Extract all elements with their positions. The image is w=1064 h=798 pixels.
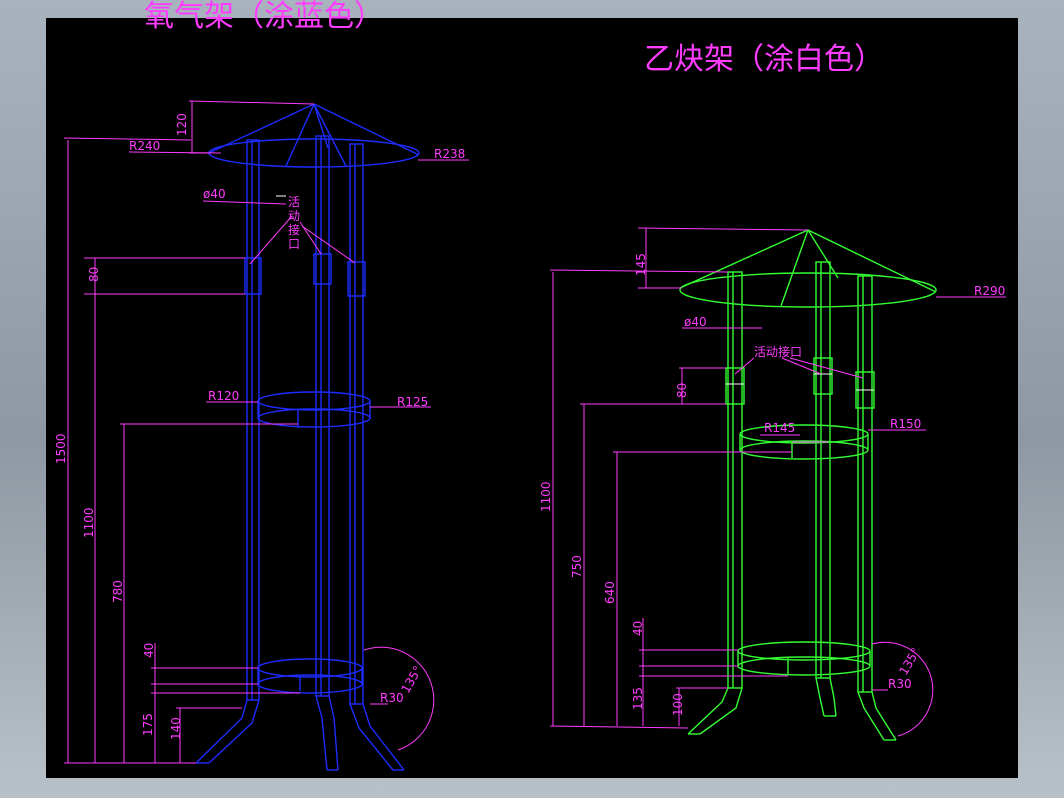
o-leg-height: 140 <box>169 717 183 740</box>
a-bend-angle: 135° <box>896 645 923 677</box>
o-bend-angle: 135° <box>398 663 425 695</box>
o-ring-height: 780 <box>111 580 125 603</box>
o-joint-note-3: 接 <box>288 222 300 237</box>
cad-drawing-canvas[interactable]: 氧气架（涂蓝色） 乙炔架（涂白色） 120 R240 R238 ø40 活 动 … <box>46 0 1018 778</box>
acetylene-rack-title: 乙炔架（涂白色） <box>644 42 884 77</box>
acetylene-dimension-labels: 145 R290 ø40 活动接口 80 R145 R150 1100 750 … <box>539 253 1005 716</box>
a-joint-note: 活动接口 <box>754 344 802 359</box>
o-roof-radius-left: R240 <box>129 139 160 153</box>
oxygen-rack-drawing <box>195 103 420 771</box>
a-ring-height: 640 <box>603 581 617 604</box>
o-bend-radius: R30 <box>380 691 404 705</box>
cad-drawing: 氧气架（涂蓝色） 乙炔架（涂白色） 120 R240 R238 ø40 活 动 … <box>54 0 1006 771</box>
o-ring-radius-right: R125 <box>397 395 428 409</box>
a-leg-height: 100 <box>671 693 685 716</box>
acetylene-rack-drawing <box>679 229 937 741</box>
o-joint-note-1: 活 <box>288 195 300 209</box>
o-roof-radius-right: R238 <box>434 147 465 161</box>
o-roof-height: 120 <box>175 113 189 136</box>
oxygen-rack-title: 氧气架（涂蓝色） <box>144 0 384 34</box>
a-bottom-ring-width: 40 <box>631 621 645 636</box>
o-ring-radius-left: R120 <box>208 389 239 403</box>
o-pipe-dia: ø40 <box>203 187 226 201</box>
a-total-height: 1100 <box>539 481 553 512</box>
a-roof-radius: R290 <box>974 284 1005 298</box>
a-ring-radius-right: R150 <box>890 417 921 431</box>
acetylene-joint-note-leaders <box>734 357 864 379</box>
o-joint-note-2: 动 <box>288 209 300 223</box>
o-joint-height: 80 <box>87 267 101 282</box>
a-bend-radius: R30 <box>888 677 912 691</box>
o-bottom-ring-width: 40 <box>142 643 156 658</box>
a-joint-height: 80 <box>675 383 689 398</box>
a-pipe-dia: ø40 <box>684 315 707 329</box>
oxygen-joint-note-leaders <box>249 215 356 265</box>
o-joint-note-4: 口 <box>288 237 300 251</box>
o-foot-height: 175 <box>141 713 155 736</box>
a-upper-ring-radius: R145 <box>764 421 795 435</box>
o-total-height: 1500 <box>54 433 68 464</box>
a-mid-height: 750 <box>570 555 584 578</box>
a-foot-height: 135 <box>631 687 645 710</box>
o-upper-ring-height: 1100 <box>82 507 96 538</box>
a-roof-height: 145 <box>634 253 648 276</box>
